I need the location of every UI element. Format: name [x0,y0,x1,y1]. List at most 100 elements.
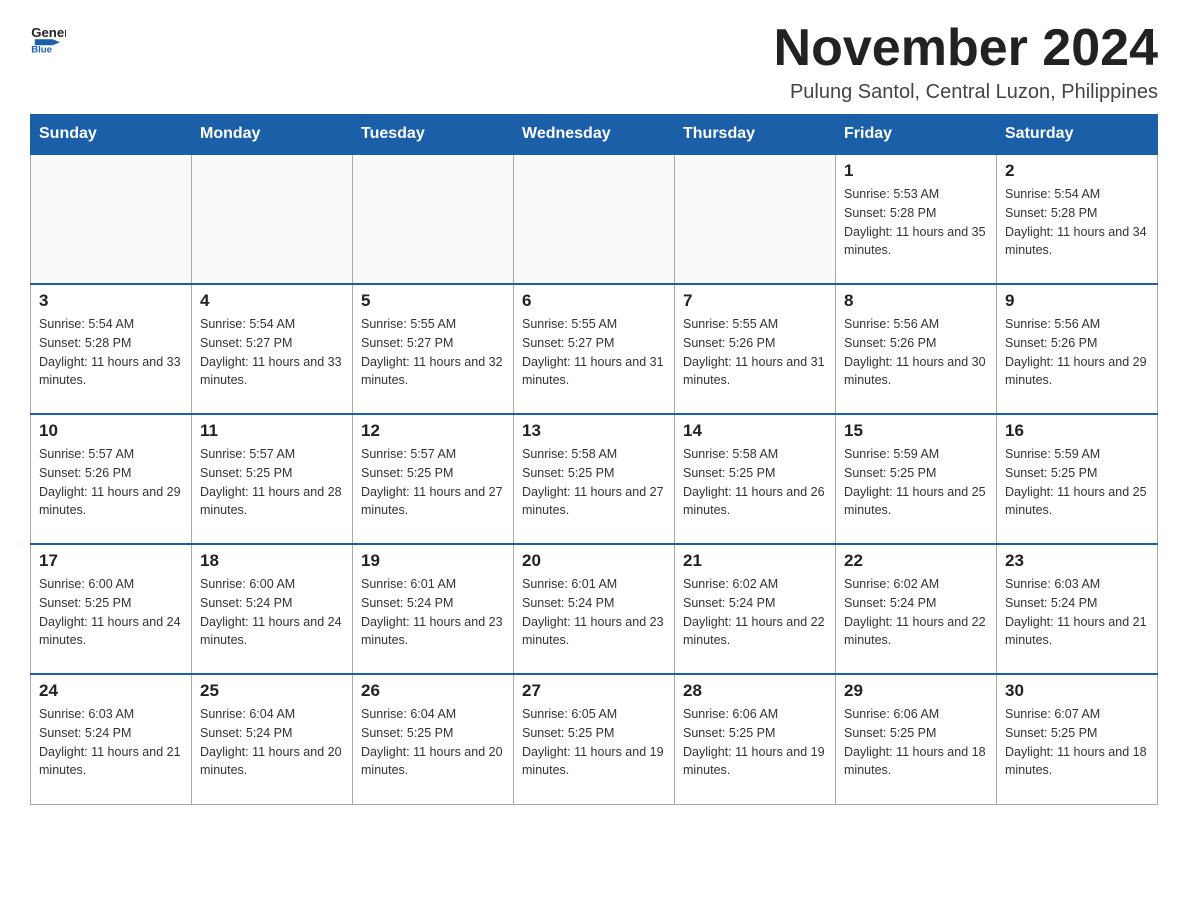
day-number: 26 [361,681,505,701]
day-info: Sunrise: 6:02 AMSunset: 5:24 PMDaylight:… [844,575,988,650]
day-info: Sunrise: 6:00 AMSunset: 5:24 PMDaylight:… [200,575,344,650]
day-info: Sunrise: 5:59 AMSunset: 5:25 PMDaylight:… [1005,445,1149,520]
calendar-cell: 12 Sunrise: 5:57 AMSunset: 5:25 PMDayligh… [353,414,514,544]
day-number: 29 [844,681,988,701]
col-sunday: Sunday [31,115,192,155]
day-info: Sunrise: 5:54 AMSunset: 5:28 PMDaylight:… [1005,185,1149,260]
day-info: Sunrise: 5:57 AMSunset: 5:25 PMDaylight:… [361,445,505,520]
svg-text:General: General [31,25,66,40]
title-area: November 2024 Pulung Santol, Central Luz… [774,20,1158,104]
day-info: Sunrise: 5:55 AMSunset: 5:26 PMDaylight:… [683,315,827,390]
calendar-cell: 21Sunrise: 6:02 AMSunset: 5:24 PMDayligh… [675,544,836,674]
day-number: 30 [1005,681,1149,701]
calendar-cell: 5Sunrise: 5:55 AMSunset: 5:27 PMDaylight… [353,284,514,414]
svg-text:Blue: Blue [31,44,52,55]
day-info: Sunrise: 6:01 AMSunset: 5:24 PMDaylight:… [361,575,505,650]
calendar-cell: 19Sunrise: 6:01 AMSunset: 5:24 PMDayligh… [353,544,514,674]
calendar-cell [514,154,675,284]
day-number: 11 [200,421,344,441]
calendar-cell: 13Sunrise: 5:58 AMSunset: 5:25 PMDayligh… [514,414,675,544]
day-info: Sunrise: 6:03 AMSunset: 5:24 PMDaylight:… [39,705,183,780]
calendar-cell [31,154,192,284]
day-number: 28 [683,681,827,701]
day-number: 22 [844,551,988,571]
calendar-cell [675,154,836,284]
day-number: 16 [1005,421,1149,441]
logo-icon: General Blue [30,20,66,56]
col-tuesday: Tuesday [353,115,514,155]
day-info: Sunrise: 5:55 AMSunset: 5:27 PMDaylight:… [522,315,666,390]
calendar-cell: 11 Sunrise: 5:57 AMSunset: 5:25 PMDayligh… [192,414,353,544]
day-info: Sunrise: 5:54 AMSunset: 5:27 PMDaylight:… [200,315,344,390]
day-info: Sunrise: 6:04 AMSunset: 5:24 PMDaylight:… [200,705,344,780]
day-info: Sunrise: 6:06 AMSunset: 5:25 PMDaylight:… [844,705,988,780]
day-number: 9 [1005,291,1149,311]
logo: General Blue [30,20,70,56]
col-saturday: Saturday [997,115,1158,155]
calendar-cell: 16 Sunrise: 5:59 AMSunset: 5:25 PMDayligh… [997,414,1158,544]
calendar-cell: 7Sunrise: 5:55 AMSunset: 5:26 PMDaylight… [675,284,836,414]
calendar-cell: 25 Sunrise: 6:04 AMSunset: 5:24 PMDayligh… [192,674,353,804]
day-number: 20 [522,551,666,571]
calendar-cell [192,154,353,284]
day-number: 4 [200,291,344,311]
month-title: November 2024 [774,20,1158,77]
page-header: General Blue November 2024 Pulung Santol… [30,20,1158,104]
calendar-cell: 29 Sunrise: 6:06 AMSunset: 5:25 PMDayligh… [836,674,997,804]
calendar-header-row: Sunday Monday Tuesday Wednesday Thursday… [31,115,1158,155]
day-number: 8 [844,291,988,311]
calendar-cell: 23 Sunrise: 6:03 AMSunset: 5:24 PMDayligh… [997,544,1158,674]
day-number: 17 [39,551,183,571]
calendar-week-row: 17Sunrise: 6:00 AMSunset: 5:25 PMDayligh… [31,544,1158,674]
col-wednesday: Wednesday [514,115,675,155]
calendar-cell: 22 Sunrise: 6:02 AMSunset: 5:24 PMDayligh… [836,544,997,674]
calendar-cell: 15 Sunrise: 5:59 AMSunset: 5:25 PMDayligh… [836,414,997,544]
calendar-week-row: 1Sunrise: 5:53 AMSunset: 5:28 PMDaylight… [31,154,1158,284]
calendar-week-row: 3Sunrise: 5:54 AMSunset: 5:28 PMDaylight… [31,284,1158,414]
day-info: Sunrise: 5:59 AMSunset: 5:25 PMDaylight:… [844,445,988,520]
day-number: 27 [522,681,666,701]
calendar-cell: 14 Sunrise: 5:58 AMSunset: 5:25 PMDayligh… [675,414,836,544]
calendar-cell: 8 Sunrise: 5:56 AMSunset: 5:26 PMDaylight… [836,284,997,414]
day-info: Sunrise: 5:53 AMSunset: 5:28 PMDaylight:… [844,185,988,260]
day-info: Sunrise: 6:03 AMSunset: 5:24 PMDaylight:… [1005,575,1149,650]
day-number: 14 [683,421,827,441]
calendar-cell [353,154,514,284]
day-info: Sunrise: 6:06 AMSunset: 5:25 PMDaylight:… [683,705,827,780]
day-number: 18 [200,551,344,571]
day-number: 15 [844,421,988,441]
calendar-cell: 20Sunrise: 6:01 AMSunset: 5:24 PMDayligh… [514,544,675,674]
calendar-cell: 9Sunrise: 5:56 AMSunset: 5:26 PMDaylight… [997,284,1158,414]
calendar-week-row: 24Sunrise: 6:03 AMSunset: 5:24 PMDayligh… [31,674,1158,804]
day-number: 12 [361,421,505,441]
calendar-cell: 30 Sunrise: 6:07 AMSunset: 5:25 PMDayligh… [997,674,1158,804]
day-number: 13 [522,421,666,441]
location-subtitle: Pulung Santol, Central Luzon, Philippine… [774,81,1158,104]
calendar-cell: 24Sunrise: 6:03 AMSunset: 5:24 PMDayligh… [31,674,192,804]
day-number: 21 [683,551,827,571]
calendar-cell: 1Sunrise: 5:53 AMSunset: 5:28 PMDaylight… [836,154,997,284]
day-number: 3 [39,291,183,311]
day-info: Sunrise: 5:58 AMSunset: 5:25 PMDaylight:… [683,445,827,520]
day-info: Sunrise: 5:57 AMSunset: 5:25 PMDaylight:… [200,445,344,520]
col-thursday: Thursday [675,115,836,155]
calendar-week-row: 10 Sunrise: 5:57 AMSunset: 5:26 PMDayligh… [31,414,1158,544]
calendar-cell: 3Sunrise: 5:54 AMSunset: 5:28 PMDaylight… [31,284,192,414]
day-info: Sunrise: 5:57 AMSunset: 5:26 PMDaylight:… [39,445,183,520]
day-number: 10 [39,421,183,441]
calendar-cell: 27 Sunrise: 6:05 AMSunset: 5:25 PMDayligh… [514,674,675,804]
calendar-cell: 28 Sunrise: 6:06 AMSunset: 5:25 PMDayligh… [675,674,836,804]
calendar-cell: 10 Sunrise: 5:57 AMSunset: 5:26 PMDayligh… [31,414,192,544]
day-number: 6 [522,291,666,311]
day-info: Sunrise: 5:56 AMSunset: 5:26 PMDaylight:… [844,315,988,390]
calendar-cell: 18 Sunrise: 6:00 AMSunset: 5:24 PMDayligh… [192,544,353,674]
calendar-cell: 2Sunrise: 5:54 AMSunset: 5:28 PMDaylight… [997,154,1158,284]
day-number: 25 [200,681,344,701]
day-info: Sunrise: 6:04 AMSunset: 5:25 PMDaylight:… [361,705,505,780]
day-info: Sunrise: 6:07 AMSunset: 5:25 PMDaylight:… [1005,705,1149,780]
day-number: 23 [1005,551,1149,571]
calendar-cell: 26 Sunrise: 6:04 AMSunset: 5:25 PMDayligh… [353,674,514,804]
day-info: Sunrise: 6:05 AMSunset: 5:25 PMDaylight:… [522,705,666,780]
calendar-cell: 17Sunrise: 6:00 AMSunset: 5:25 PMDayligh… [31,544,192,674]
calendar-cell: 4 Sunrise: 5:54 AMSunset: 5:27 PMDaylight… [192,284,353,414]
